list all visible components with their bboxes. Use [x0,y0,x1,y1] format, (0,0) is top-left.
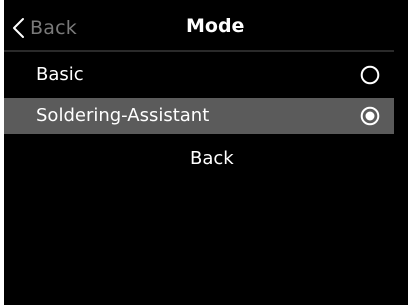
header-divider [4,50,394,52]
mode-option-label: Soldering-Assistant [36,105,210,126]
header-back-button[interactable]: Back [10,14,77,42]
mode-option-label: Basic [36,64,84,85]
chevron-left-icon [13,18,24,38]
back-button[interactable]: Back [190,148,234,169]
mode-option-basic[interactable]: Basic [4,57,394,93]
header-back-label: Back [30,17,77,39]
radio-unselected-icon[interactable] [360,65,380,85]
header-bar: Back Mode [4,0,408,52]
radio-selected-icon[interactable] [360,106,380,126]
mode-option-soldering-assistant[interactable]: Soldering-Assistant [4,98,394,134]
page-title: Mode [186,15,245,37]
device-screen: Back Mode Basic Soldering-Assistant Back [0,0,412,305]
